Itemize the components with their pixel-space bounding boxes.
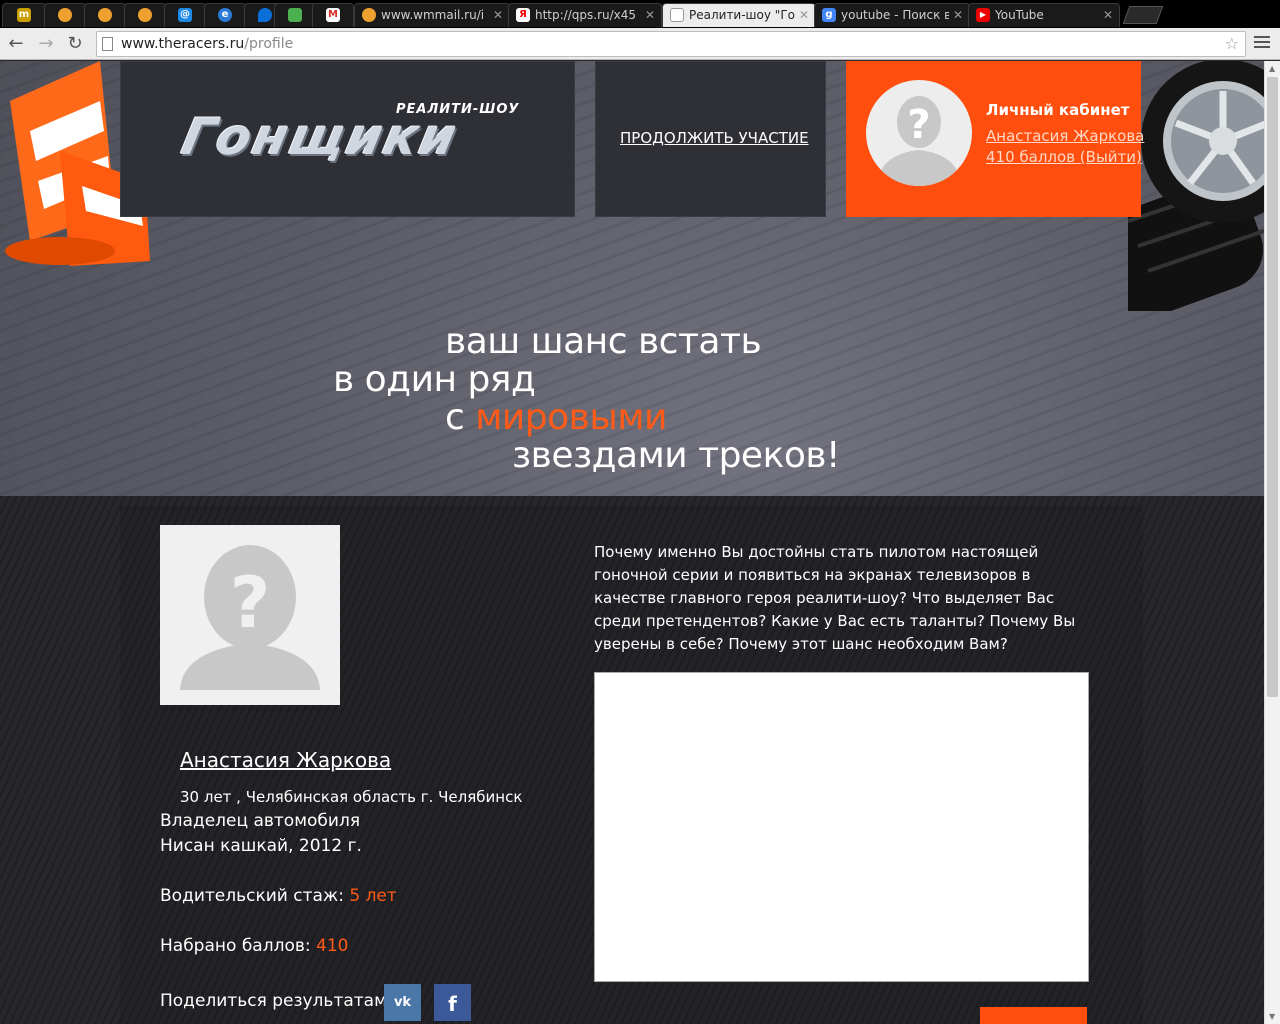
tab-gmail[interactable]: M <box>312 3 354 27</box>
slogan-prefix: с <box>445 397 476 438</box>
tab-qps[interactable]: Яhttp://qps.ru/x45 ✕ <box>508 3 662 27</box>
vk-share-button[interactable]: vk <box>384 984 421 1021</box>
ball-icon <box>138 8 152 22</box>
yandex-icon: Я <box>516 8 530 22</box>
facebook-share-button[interactable]: f <box>434 984 471 1021</box>
scroll-down-icon[interactable]: ▼ <box>1269 1012 1275 1021</box>
tab-label: http://qps.ru/x45 <box>535 8 637 22</box>
profile-experience: Водительский стаж: 5 лет <box>160 886 397 906</box>
user-placeholder-icon: ? <box>876 96 962 186</box>
user-placeholder-icon: ? <box>180 545 320 690</box>
cabinet-logout-link[interactable]: 410 баллов (Выйти) <box>986 148 1142 166</box>
close-icon[interactable]: ✕ <box>799 4 809 26</box>
ball-icon <box>58 8 72 22</box>
personal-cabinet-box: ? Личный кабинет Анастасия Жаркова 410 б… <box>846 61 1144 217</box>
back-icon[interactable]: ← <box>4 32 28 56</box>
site-logo: Гонщики <box>176 108 464 166</box>
tab-tm[interactable]: m <box>2 3 46 27</box>
ball-icon <box>98 8 112 22</box>
experience-label: Водительский стаж: <box>160 886 350 906</box>
tab-label: youtube - Поиск в <box>841 8 949 22</box>
profile-photo: ? <box>160 525 340 705</box>
browser-toolbar: ← → ↻ www.theracers.ru/profile ☆ <box>0 28 1280 60</box>
submit-button[interactable] <box>980 1007 1087 1024</box>
continue-box: ПРОДОЛЖИТЬ УЧАСТИЕ <box>595 61 826 217</box>
tab-ball-2[interactable] <box>84 3 126 27</box>
profile-car: Нисан кашкай, 2012 г. <box>160 836 362 856</box>
tab-label: Реалити-шоу "Го <box>689 8 795 22</box>
image-icon <box>288 8 302 22</box>
cabinet-title: Личный кабинет <box>986 101 1130 119</box>
youtube-icon: ▶ <box>976 8 990 22</box>
scroll-thumb[interactable] <box>1267 77 1278 697</box>
tab-at[interactable]: @ <box>164 3 206 27</box>
page-icon <box>670 8 684 22</box>
profile-owner-label: Владелец автомобиля <box>160 811 361 831</box>
svg-text:?: ? <box>230 562 271 644</box>
tab-label: YouTube <box>995 8 1044 22</box>
at-icon: @ <box>178 8 192 22</box>
close-icon[interactable]: ✕ <box>1103 4 1113 26</box>
profile-points: Набрано баллов: 410 <box>160 936 348 956</box>
share-label: Поделиться результатами: <box>160 991 404 1011</box>
forward-icon[interactable]: → <box>34 32 58 56</box>
reload-icon[interactable]: ↻ <box>63 32 87 56</box>
tm-icon: m <box>17 8 31 22</box>
tab-wmmail[interactable]: www.wmmail.ru/i ✕ <box>354 3 510 27</box>
tab-ball-1[interactable] <box>44 3 86 27</box>
wheel-image <box>1128 61 1264 311</box>
bookmark-star-icon[interactable]: ☆ <box>1225 34 1239 53</box>
profile-age-location: 30 лет , Челябинская область г. Челябинс… <box>180 788 523 806</box>
tab-image[interactable] <box>274 3 316 27</box>
points-value: 410 <box>316 936 349 956</box>
slogan-line-4: звездами треков! <box>512 435 841 476</box>
url-domain: www.theracers.ru <box>121 36 245 52</box>
pin-icon <box>258 8 272 22</box>
points-label: Набрано баллов: <box>160 936 316 956</box>
url-path: /profile <box>244 36 294 52</box>
answer-textarea[interactable] <box>594 672 1089 982</box>
tab-google-search[interactable]: g youtube - Поиск в ✕ <box>814 3 970 27</box>
continue-participation-link[interactable]: ПРОДОЛЖИТЬ УЧАСТИЕ <box>620 129 809 147</box>
globe-icon: e <box>218 8 232 22</box>
logo-box[interactable]: РЕАЛИТИ-ШОУ Гонщики <box>120 61 575 217</box>
close-icon[interactable]: ✕ <box>953 4 963 26</box>
question-text: Почему именно Вы достойны стать пилотом … <box>594 543 1076 653</box>
slogan-line-1: ваш шанс встать <box>445 321 762 362</box>
slogan-highlight: мировыми <box>475 397 667 438</box>
gmail-icon: M <box>326 8 340 22</box>
tab-theracers[interactable]: Реалити-шоу "Го ✕ <box>662 3 816 27</box>
url-text: www.theracers.ru/profile <box>121 36 293 52</box>
new-tab-button[interactable] <box>1122 6 1164 24</box>
google-icon: g <box>822 8 836 22</box>
profile-name-link[interactable]: Анастасия Жаркова <box>180 748 391 772</box>
slogan-line-3: с мировыми <box>445 397 667 438</box>
tab-label: www.wmmail.ru/i <box>381 8 485 22</box>
tab-ball-3[interactable] <box>124 3 166 27</box>
slogan-line-2: в один ряд <box>333 359 536 400</box>
page-icon <box>102 37 113 51</box>
cabinet-user-link[interactable]: Анастасия Жаркова <box>986 127 1144 145</box>
close-icon[interactable]: ✕ <box>493 4 503 26</box>
svg-text:?: ? <box>907 102 930 148</box>
page-scrollbar[interactable]: ▲ ▼ <box>1264 61 1280 1024</box>
menu-icon[interactable] <box>1254 36 1270 50</box>
scroll-up-icon[interactable]: ▲ <box>1269 64 1275 73</box>
avatar[interactable]: ? <box>866 80 972 186</box>
address-bar[interactable]: www.theracers.ru/profile ☆ <box>96 31 1246 57</box>
tab-youtube[interactable]: ▶ YouTube ✕ <box>968 3 1120 27</box>
browser-tab-strip: m @ e M www.wmmail.ru/i ✕ Яhttp://qps.ru/… <box>0 0 1280 28</box>
ball-icon <box>362 8 376 22</box>
experience-value: 5 лет <box>349 886 397 906</box>
tab-globe[interactable]: e <box>204 3 246 27</box>
close-icon[interactable]: ✕ <box>645 4 655 26</box>
